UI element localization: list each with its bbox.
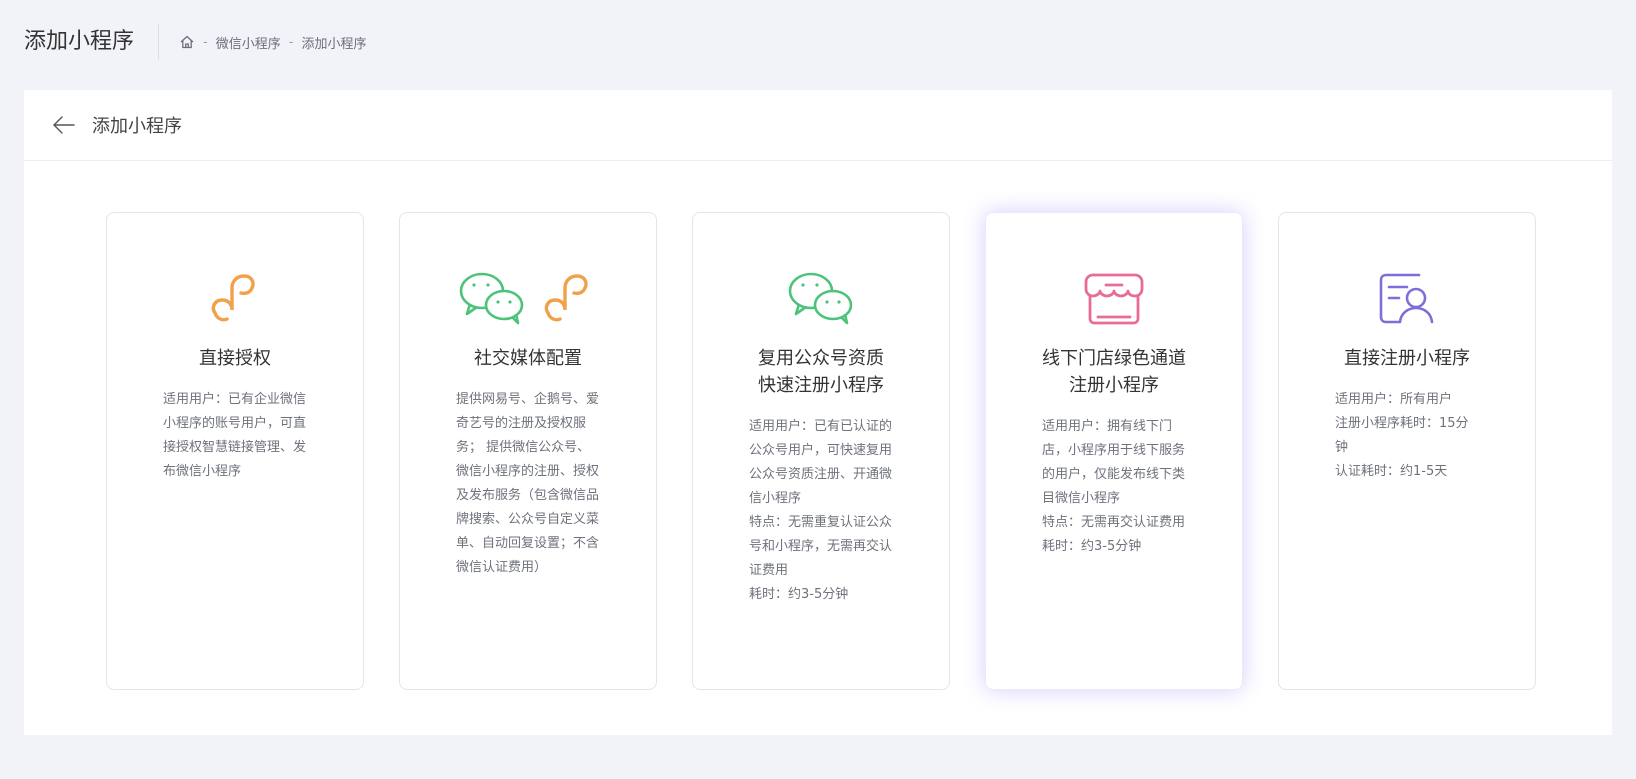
user-register-icon [1377, 271, 1437, 325]
panel-title: 添加小程序 [92, 116, 182, 137]
mini-program-icon [205, 271, 265, 325]
breadcrumb-item-wechat-mini-program[interactable]: 微信小程序 [216, 33, 281, 52]
mini-program-icon [544, 274, 588, 322]
breadcrumb-item-add-mini-program: 添加小程序 [301, 36, 367, 52]
card-reuse-official[interactable]: 复用公众号资质 快速注册小程序 适用用户：已有已认证的公众号用户，可快速复用公众… [692, 212, 950, 690]
panel-header: 添加小程序 [24, 90, 1612, 161]
breadcrumb: - 微信小程序 - 添加小程序 [179, 33, 366, 52]
card-title: 复用公众号资质 快速注册小程序 [758, 348, 884, 396]
card-title: 直接授权 [199, 348, 271, 369]
wechat-mini-program-icon [458, 271, 598, 325]
card-offline-store[interactable]: 线下门店绿色通道 注册小程序 适用用户：拥有线下门店，小程序用于线下服务的用户，… [985, 212, 1243, 690]
store-icon [1084, 271, 1144, 325]
option-cards: 直接授权 适用用户：已有企业微信小程序的账号用户，可直接授权智慧链接管理、发布微… [106, 212, 1536, 690]
card-description: 适用用户：已有企业微信小程序的账号用户，可直接授权智慧链接管理、发布微信小程序 [163, 392, 307, 479]
page-title: 添加小程序 [24, 24, 160, 60]
card-title: 直接注册小程序 [1344, 348, 1470, 369]
card-direct-register[interactable]: 直接注册小程序 适用用户：所有用户 注册小程序耗时：15分钟 认证耗时：约1-5… [1278, 212, 1536, 690]
breadcrumb-separator: - [288, 34, 294, 50]
card-description: 适用用户：已有已认证的公众号用户，可快速复用公众号资质注册、开通微信小程序 特点… [749, 419, 893, 602]
card-title: 线下门店绿色通道 注册小程序 [1042, 348, 1186, 396]
card-description: 适用用户：所有用户 注册小程序耗时：15分钟 认证耗时：约1-5天 [1335, 392, 1469, 479]
card-social-media[interactable]: 社交媒体配置 提供网易号、企鹅号、爱奇艺号的注册及授权服务； 提供微信公众号、微… [399, 212, 657, 690]
card-description: 提供网易号、企鹅号、爱奇艺号的注册及授权服务； 提供微信公众号、微信小程序的注册… [456, 392, 600, 575]
card-direct-auth[interactable]: 直接授权 适用用户：已有企业微信小程序的账号用户，可直接授权智慧链接管理、发布微… [106, 212, 364, 690]
card-title: 社交媒体配置 [474, 348, 582, 369]
back-arrow-icon[interactable] [52, 113, 76, 137]
wechat-icon [787, 271, 855, 325]
main-panel: 添加小程序 直接授权 适用用户：已有企业微信小程序的账号用户，可直接授权智慧链接… [24, 90, 1612, 735]
breadcrumb-separator: - [203, 34, 208, 50]
home-icon[interactable] [179, 34, 195, 50]
top-bar: 添加小程序 - 微信小程序 - 添加小程序 [0, 0, 1636, 84]
card-description: 适用用户：拥有线下门店，小程序用于线下服务的用户，仅能发布线下类目微信小程序 特… [1042, 419, 1186, 554]
